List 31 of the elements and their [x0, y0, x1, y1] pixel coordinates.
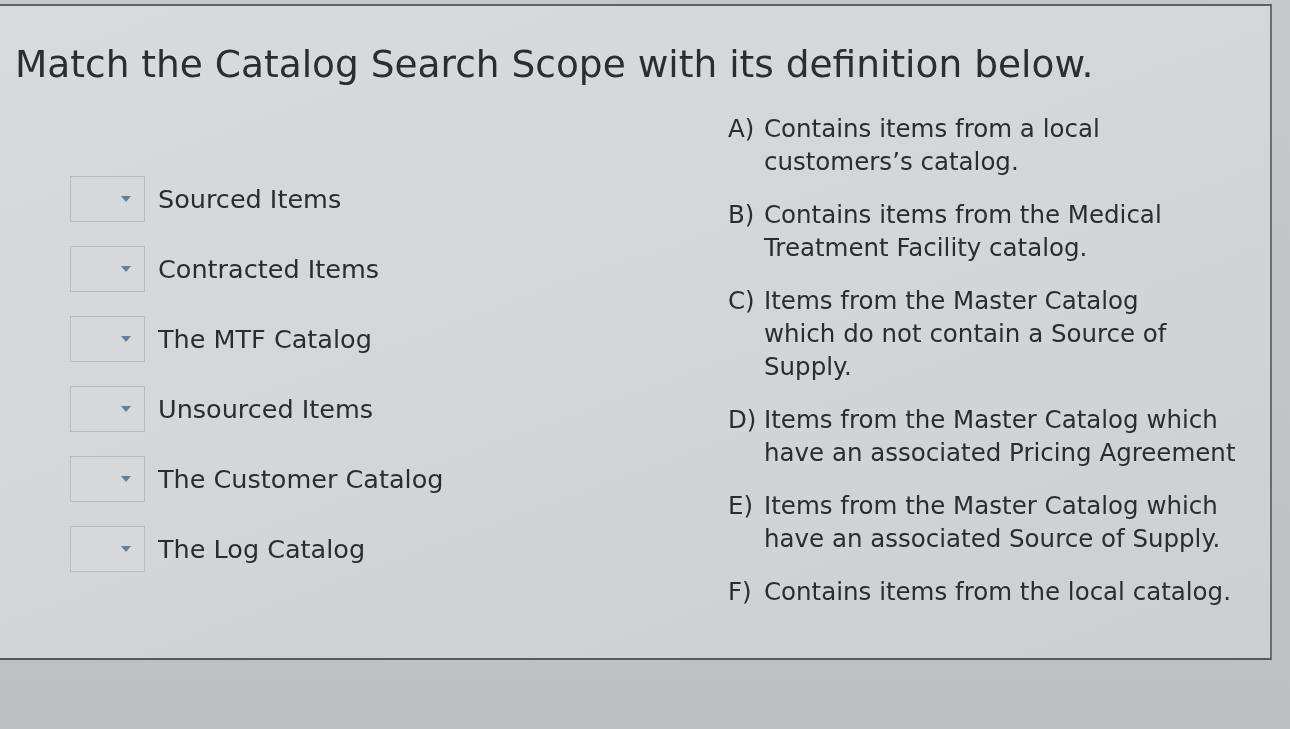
definition-text: Items from the Master Catalog which have an associated Pricing Agreement — [764, 404, 1236, 469]
definition-text: Items from the Master Catalog which have an associated Source of Supply. — [764, 490, 1222, 555]
caret-icon — [121, 406, 131, 412]
term-label: Unsourced Items — [158, 393, 374, 425]
definition-text: Contains items from the Medical Treatment Facility catalog. — [764, 199, 1163, 264]
definition-text: Items from the Master Catalog which do not contain a Source of Supply. — [764, 285, 1168, 383]
term-label: The Customer Catalog — [158, 463, 444, 495]
caret-icon — [121, 476, 131, 482]
term-label: Sourced Items — [158, 183, 342, 215]
term-label: The MTF Catalog — [158, 323, 372, 355]
option-letter: B) — [728, 199, 756, 231]
caret-icon — [121, 336, 131, 342]
answer-dropdown[interactable] — [70, 176, 145, 222]
caret-icon — [121, 266, 131, 272]
term-label: The Log Catalog — [158, 533, 366, 565]
term-label: Contracted Items — [158, 253, 379, 285]
option-letter: D) — [728, 404, 758, 436]
answer-dropdown[interactable] — [70, 526, 145, 572]
answer-dropdown[interactable] — [70, 316, 145, 362]
definition-text: Contains items from a local customers’s catalog. — [764, 113, 1101, 178]
caret-icon — [121, 196, 131, 202]
question-prompt: Match the Catalog Search Scope with its definition below. — [15, 41, 1095, 88]
caret-icon — [121, 546, 131, 552]
definition-text: Contains items from the local catalog. — [764, 576, 1232, 608]
option-letter: A) — [728, 113, 756, 145]
answer-dropdown[interactable] — [70, 386, 145, 432]
option-letter: E) — [728, 490, 755, 522]
answer-dropdown[interactable] — [70, 246, 145, 292]
answer-dropdown[interactable] — [70, 456, 145, 502]
option-letter: F) — [728, 576, 753, 608]
option-letter: C) — [728, 285, 756, 317]
